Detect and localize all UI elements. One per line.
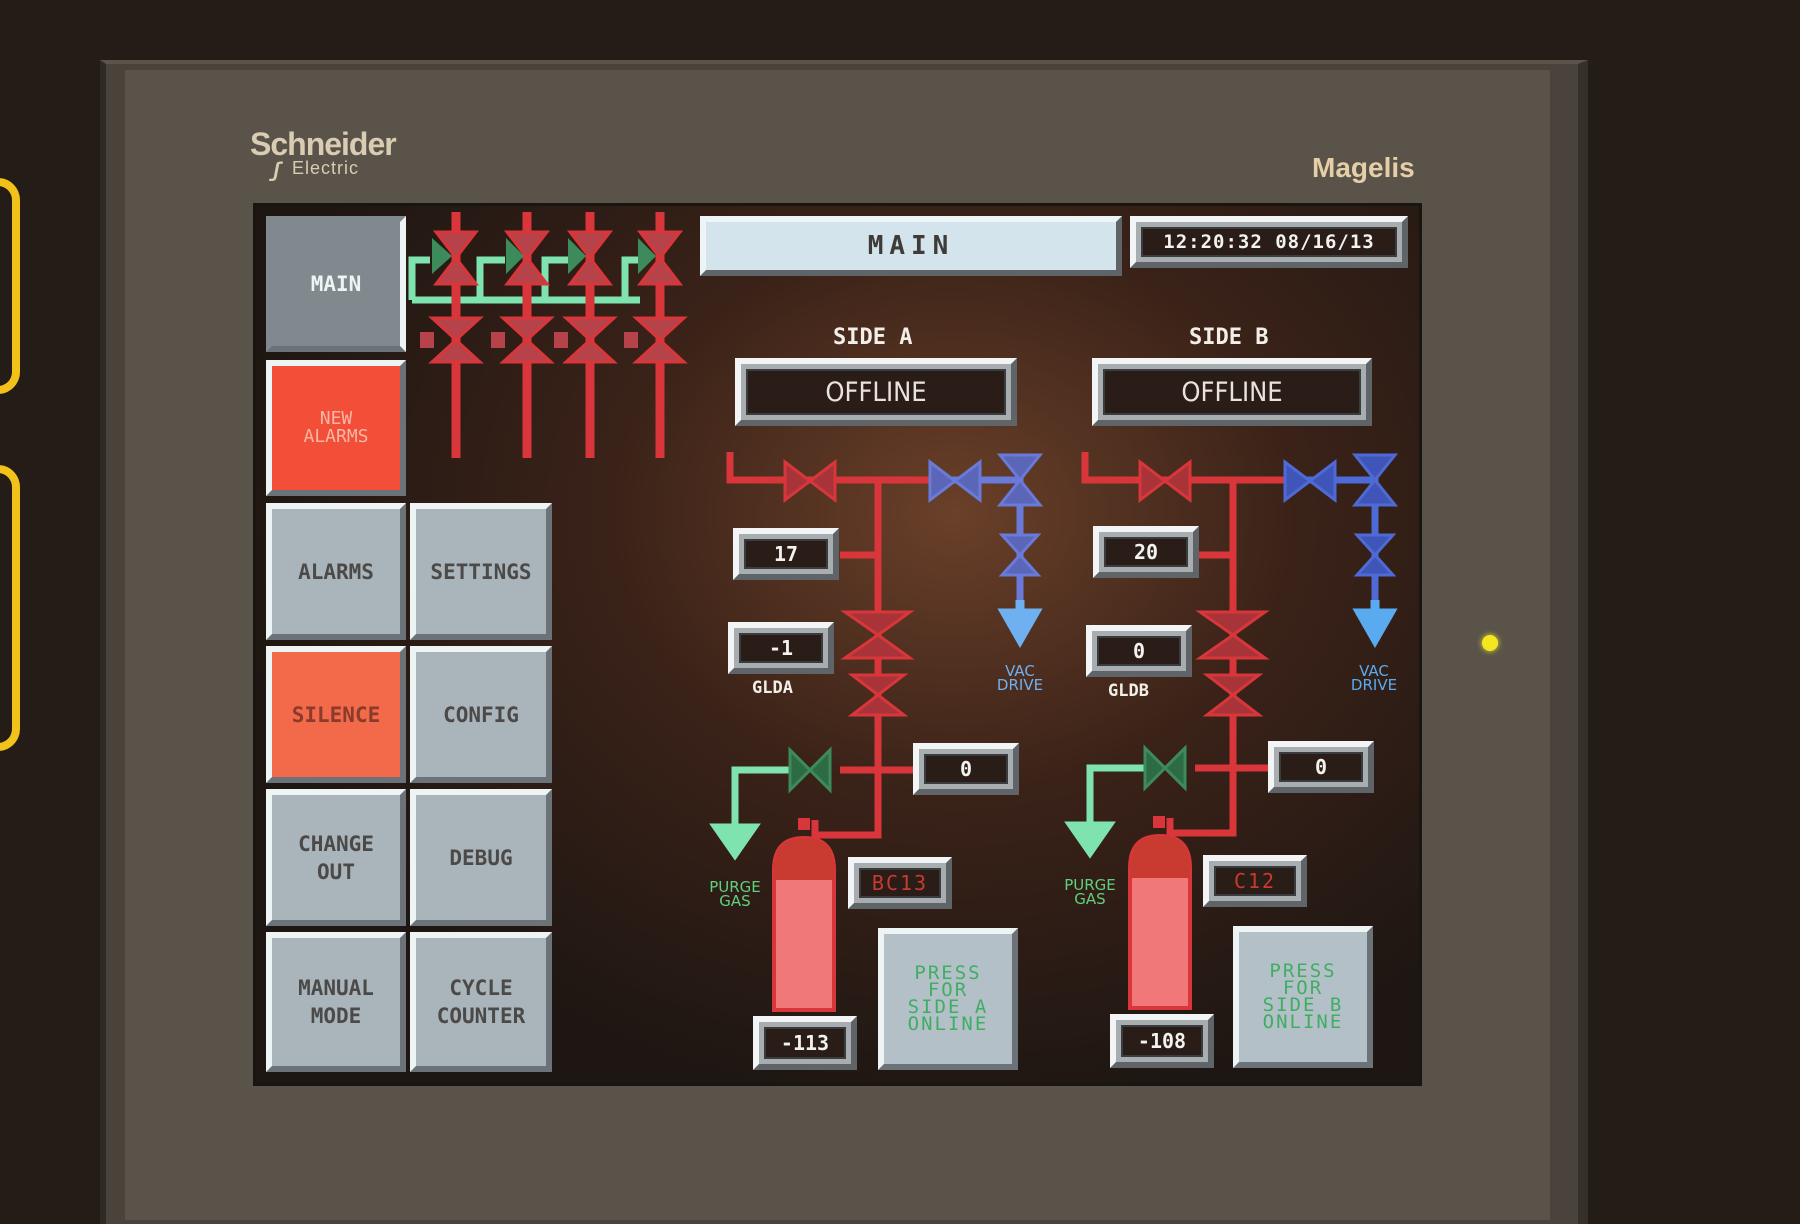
cylinder-a-icon [772, 818, 836, 1012]
side-b-line-value: 0 [1279, 752, 1363, 782]
side-b-purge-gas-label: PURGE GAS [1058, 878, 1122, 908]
side-a-gld-display: -1 [728, 622, 834, 674]
new-alarms-label-line2: ALARMS [303, 426, 369, 447]
side-b-cylinder-id: C12 [1214, 866, 1296, 896]
side-a-vac-label-line2: DRIVE [996, 676, 1044, 694]
side-a-cylinder-id-display: BC13 [848, 857, 952, 909]
main-button-label: MAIN [310, 272, 362, 296]
cycle-counter-button[interactable]: CYCLE COUNTER [410, 932, 552, 1072]
side-a-gld-value: -1 [739, 633, 823, 663]
side-a-cylinder-value: -113 [764, 1027, 846, 1059]
side-b-online-button[interactable]: PRESS FOR SIDE B ONLINE [1233, 926, 1373, 1068]
side-a-pressure-display: 17 [733, 528, 839, 580]
side-a-status: OFFLINE [746, 369, 1006, 415]
side-b-cylinder-value-display: -108 [1110, 1014, 1214, 1068]
side-a-purge-gas-label: PURGE GAS [703, 880, 767, 910]
side-a-line-display: 0 [913, 743, 1019, 795]
clock-display: 12:20:32 08/16/13 [1130, 216, 1408, 268]
change-out-button[interactable]: CHANGE OUT [266, 789, 406, 926]
alarms-button[interactable]: ALARMS [266, 503, 406, 640]
side-b-gld-display: 0 [1086, 625, 1192, 677]
cylinder-b-icon [1128, 816, 1192, 1010]
side-b-vac-label-line2: DRIVE [1350, 676, 1398, 694]
silence-button[interactable]: SILENCE [266, 646, 406, 783]
side-b-cylinder-value: -108 [1121, 1025, 1203, 1057]
side-a-title: SIDE A [833, 325, 913, 350]
manifold-diagram [408, 212, 688, 458]
manual-mode-button[interactable]: MANUAL MODE [266, 932, 406, 1072]
new-alarms-button[interactable]: NEW ALARMS [266, 360, 406, 496]
side-b-pressure-display: 20 [1093, 526, 1199, 578]
side-a-gld-label: GLDA [752, 678, 793, 698]
side-b-gld-label: GLDB [1108, 681, 1149, 701]
side-a-pressure-value: 17 [744, 539, 828, 569]
settings-button[interactable]: SETTINGS [410, 503, 552, 640]
side-a-cylinder-value-display: -113 [753, 1016, 857, 1070]
side-a-status-display: OFFLINE [735, 358, 1017, 426]
config-button[interactable]: CONFIG [410, 646, 552, 783]
side-a-purge-label-line2: GAS [719, 892, 751, 910]
side-a-vac-drive-label: VAC DRIVE [990, 664, 1050, 694]
side-b-online-line4: ONLINE [1262, 1011, 1344, 1033]
side-b-purge-label-line2: GAS [1074, 890, 1106, 908]
side-b-title: SIDE B [1189, 325, 1269, 350]
settings-button-label: SETTINGS [430, 559, 532, 584]
cycle-counter-label-line1: CYCLE [449, 976, 513, 1000]
side-b-gld-value: 0 [1097, 636, 1181, 666]
cycle-counter-label-line2: COUNTER [436, 1004, 526, 1028]
change-out-label-line1: CHANGE [298, 831, 374, 856]
silence-button-label: SILENCE [291, 702, 381, 727]
side-a-online-line4: ONLINE [907, 1013, 989, 1035]
alarms-button-label: ALARMS [298, 559, 374, 584]
side-a-online-button[interactable]: PRESS FOR SIDE A ONLINE [878, 928, 1018, 1070]
config-button-label: CONFIG [443, 702, 519, 727]
screen-title: MAIN [700, 216, 1122, 276]
change-out-label-line2: OUT [317, 859, 355, 884]
side-a-cylinder-id: BC13 [859, 868, 941, 898]
manual-mode-label-line1: MANUAL [298, 976, 374, 1000]
side-b-cylinder-id-display: C12 [1203, 855, 1307, 907]
side-b-pressure-value: 20 [1104, 537, 1188, 567]
debug-button[interactable]: DEBUG [410, 789, 552, 926]
side-b-line-display: 0 [1268, 741, 1374, 793]
manual-mode-label-line2: MODE [310, 1004, 362, 1028]
main-button[interactable]: MAIN [266, 216, 406, 352]
side-b-status-display: OFFLINE [1092, 358, 1372, 426]
clock-value: 12:20:32 08/16/13 [1141, 227, 1397, 257]
side-b-vac-drive-label: VAC DRIVE [1344, 664, 1404, 694]
side-b-status: OFFLINE [1103, 369, 1361, 415]
debug-button-label: DEBUG [449, 845, 513, 870]
side-a-line-value: 0 [924, 754, 1008, 784]
